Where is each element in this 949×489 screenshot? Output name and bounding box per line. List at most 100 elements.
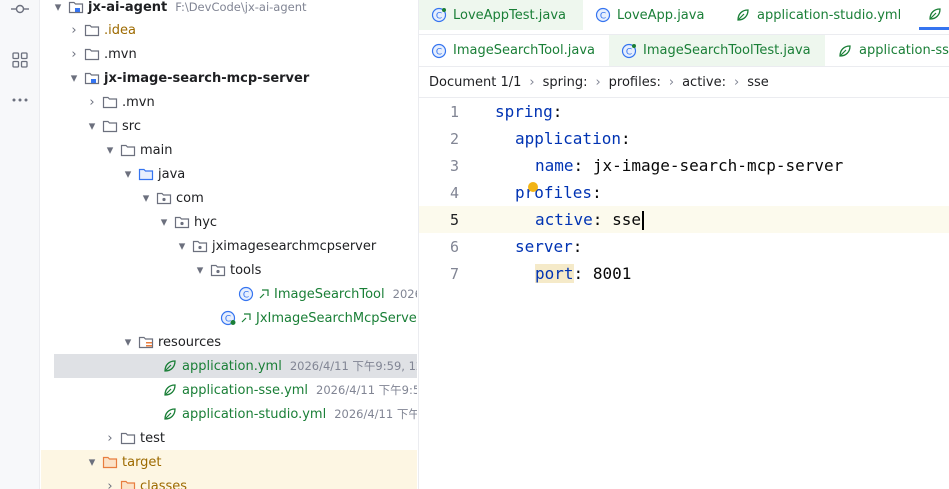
yaml-key: application [515, 129, 621, 148]
tab-application-studio-yml[interactable]: application-studio.yml [723, 0, 919, 30]
chevron-down-icon[interactable]: ▾ [50, 0, 66, 15]
tree-row-jximagesearchmcpserverapp[interactable]: C JxImageSearchMcpServerAp [41, 306, 417, 330]
yaml-colon: : [592, 209, 603, 229]
code-text: active: sse [535, 210, 644, 230]
tree-label: .mvn [104, 46, 137, 62]
chevron-right-icon[interactable]: › [66, 46, 82, 62]
code-line: 2 application: [419, 125, 949, 152]
editor-pane: C LoveAppTest.java C LoveApp.java applic… [418, 0, 949, 489]
tree-row-resources[interactable]: ▾ resources [41, 330, 417, 354]
chevron-right-icon[interactable]: › [102, 430, 118, 446]
tree-row-jx-ai-agent[interactable]: ▾ jx-ai-agent F:\DevCode\jx-ai-agent [41, 0, 417, 19]
editor-tabs-row-1: C LoveAppTest.java C LoveApp.java applic… [419, 0, 949, 30]
folder-icon [102, 94, 118, 110]
code-line: 7 port: 8001 [419, 260, 949, 287]
tree-row-classes[interactable]: › classes [41, 474, 417, 489]
chevron-down-icon[interactable]: ▾ [120, 334, 136, 350]
excluded-folder-icon [102, 454, 118, 470]
class-icon: C [595, 7, 611, 23]
tab-application-yml[interactable]: a [919, 0, 949, 30]
spring-yml-icon [837, 43, 853, 59]
tab-label: application-studio.yml [757, 7, 902, 23]
intention-bulb-icon[interactable] [528, 182, 538, 192]
tree-row-src[interactable]: ▾ src [41, 114, 417, 138]
breadcrumb-item[interactable]: active: [682, 75, 726, 90]
tree-row-idea[interactable]: › .idea [41, 18, 417, 42]
tree-row-application-yml[interactable]: application.yml 2026/4/11 下午9:59, 121 B … [54, 354, 417, 378]
chevron-down-icon[interactable]: ▾ [138, 190, 154, 206]
class-icon: C [431, 7, 447, 23]
tree-row-mvn[interactable]: › .mvn [41, 42, 417, 66]
folder-icon [84, 46, 100, 62]
chevron-right-icon: › [529, 75, 535, 90]
tree-row-com[interactable]: ▾ com [41, 186, 417, 210]
tab-application-sse-yml[interactable]: application-sse.yml [825, 35, 949, 66]
editor-tabs-row-2: C ImageSearchTool.java C ImageSearchTool… [419, 34, 949, 67]
tree-label: main [140, 142, 173, 158]
tree-label: jx-image-search-mcp-server [104, 70, 310, 86]
chevron-down-icon[interactable]: ▾ [66, 70, 82, 86]
chevron-down-icon[interactable]: ▾ [84, 118, 100, 134]
tab-loveapp[interactable]: C LoveApp.java [583, 0, 723, 30]
folder-icon [84, 22, 100, 38]
tab-imagesearchtool[interactable]: C ImageSearchTool.java [419, 35, 609, 66]
tree-label: target [122, 454, 162, 470]
chevron-down-icon[interactable]: ▾ [174, 238, 190, 254]
tree-row-imagesearchtool[interactable]: C ImageSearchTool 2026/4 [41, 282, 417, 306]
spring-yml-icon [162, 406, 178, 422]
chevron-right-icon[interactable]: › [84, 94, 100, 110]
breadcrumb-item[interactable]: sse [747, 75, 769, 90]
tree-row-jx-image-search-mcp-server[interactable]: ▾ jx-image-search-mcp-server [41, 66, 417, 90]
tree-row-target[interactable]: ▾ target [41, 450, 417, 474]
tree-row-java[interactable]: ▾ java [41, 162, 417, 186]
tree-label: src [122, 118, 141, 134]
tree-meta: F:\DevCode\jx-ai-agent [175, 0, 307, 14]
tab-label: application-sse.yml [859, 43, 949, 58]
svg-text:C: C [626, 47, 632, 57]
tab-loveapptest[interactable]: C LoveAppTest.java [419, 0, 583, 30]
line-number: 5 [449, 210, 459, 229]
tab-label: ImageSearchToolTest.java [643, 43, 811, 58]
svg-text:C: C [600, 12, 606, 22]
folder-icon [120, 142, 136, 158]
tab-imagesearchtooltest[interactable]: C ImageSearchToolTest.java [609, 35, 825, 66]
code-line: 1 spring: [419, 98, 949, 125]
tree-row-hyc[interactable]: ▾ hyc [41, 210, 417, 234]
chevron-right-icon[interactable]: › [66, 22, 82, 38]
spring-yml-icon [735, 7, 751, 23]
chevron-right-icon[interactable]: › [102, 478, 118, 489]
tree-row-application-sse-yml[interactable]: application-sse.yml 2026/4/11 下午9:57, 15 [41, 378, 417, 402]
code-text: port: 8001 [535, 264, 631, 283]
tree-row-application-studio-yml[interactable]: application-studio.yml 2026/4/11 下午9:56, [41, 402, 417, 426]
tree-row-jximagesearchmcpserver[interactable]: ▾ jximagesearchmcpserver [41, 234, 417, 258]
excluded-folder-icon [120, 478, 136, 489]
structure-icon[interactable] [8, 48, 32, 72]
tree-row-tools[interactable]: ▾ tools [41, 258, 417, 282]
breadcrumb: Document 1/1 › spring: › profiles: › act… [419, 68, 949, 98]
text-caret [641, 210, 644, 230]
tree-row-test[interactable]: › test [41, 426, 417, 450]
breadcrumb-item[interactable]: Document 1/1 [429, 75, 521, 90]
folder-icon [102, 118, 118, 134]
tree-label: com [176, 190, 204, 206]
chevron-down-icon[interactable]: ▾ [192, 262, 208, 278]
tab-label: LoveApp.java [617, 7, 705, 23]
commit-icon[interactable] [8, 0, 32, 21]
breadcrumb-item[interactable]: profiles: [609, 75, 661, 90]
project-tree: ▾ jx-ai-agent F:\DevCode\jx-ai-agent › .… [41, 0, 417, 489]
breadcrumb-item[interactable]: spring: [543, 75, 588, 90]
svg-text:C: C [436, 12, 442, 22]
tree-row-main[interactable]: ▾ main [41, 138, 417, 162]
tree-label: classes [140, 478, 188, 489]
tree-meta: 2026/4/11 下午9:59, 121 B 2 [289, 359, 417, 373]
more-icon[interactable] [8, 88, 32, 112]
chevron-down-icon[interactable]: ▾ [120, 166, 136, 182]
tree-row-mvn-inner[interactable]: › .mvn [41, 90, 417, 114]
chevron-down-icon[interactable]: ▾ [156, 214, 172, 230]
line-number: 4 [449, 183, 459, 202]
tree-label: resources [158, 334, 222, 350]
code-text: name: jx-image-search-mcp-server [535, 156, 843, 175]
chevron-down-icon[interactable]: ▾ [102, 142, 118, 158]
yaml-value: sse [612, 209, 641, 229]
chevron-down-icon[interactable]: ▾ [84, 454, 100, 470]
